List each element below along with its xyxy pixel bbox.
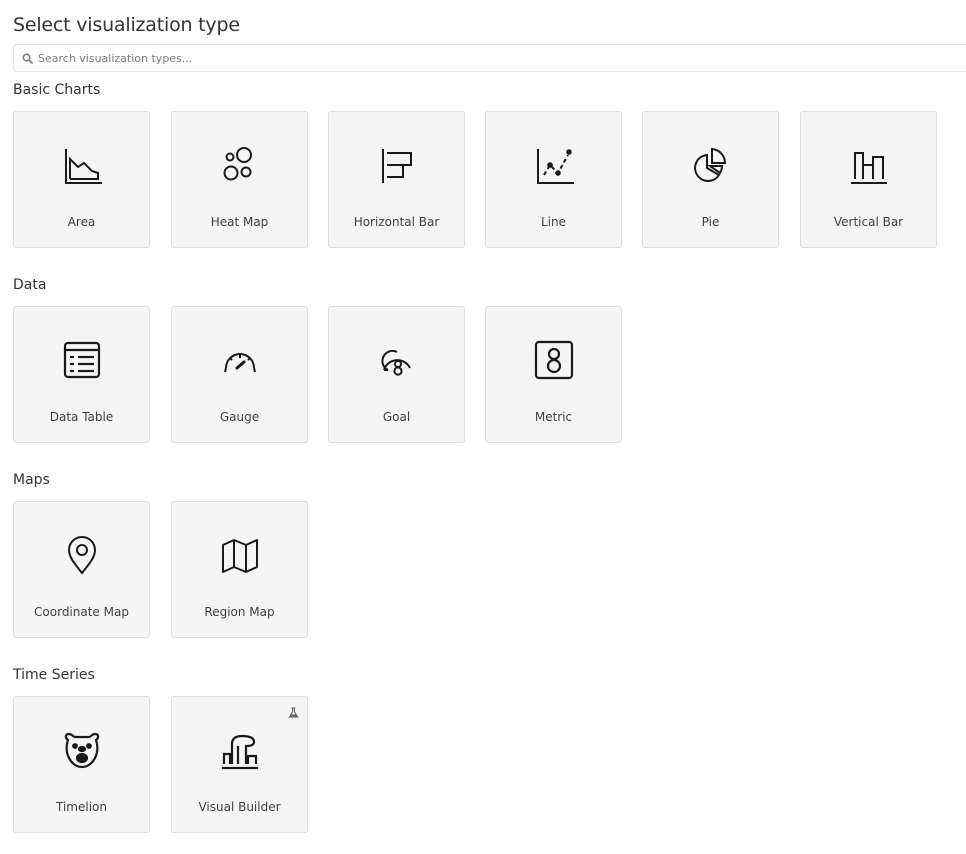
viz-card-region-map[interactable]: Region Map xyxy=(171,501,308,638)
viz-card-label: Coordinate Map xyxy=(34,605,129,619)
viz-card-pie[interactable]: Pie xyxy=(642,111,779,248)
viz-card-data-table[interactable]: Data Table xyxy=(13,306,150,443)
search-field[interactable] xyxy=(13,44,966,72)
viz-card-metric[interactable]: Metric xyxy=(485,306,622,443)
viz-card-label: Horizontal Bar xyxy=(353,215,440,229)
data-table-icon xyxy=(14,340,149,380)
heat-map-icon xyxy=(172,145,307,185)
section-title-data: Data xyxy=(13,277,47,293)
viz-card-label: Heat Map xyxy=(210,215,269,229)
viz-card-label: Region Map xyxy=(204,605,275,619)
viz-card-label: Data Table xyxy=(49,410,114,424)
section-title-maps: Maps xyxy=(13,472,50,488)
viz-card-heat-map[interactable]: Heat Map xyxy=(171,111,308,248)
area-chart-icon xyxy=(14,145,149,185)
viz-card-label: Timelion xyxy=(56,800,107,814)
viz-card-goal[interactable]: Goal xyxy=(328,306,465,443)
goal-icon xyxy=(329,340,464,380)
page-title: Select visualization type xyxy=(13,14,240,36)
viz-card-label: Visual Builder xyxy=(198,800,281,814)
search-icon xyxy=(22,49,38,68)
line-chart-icon xyxy=(486,145,621,185)
viz-card-area[interactable]: Area xyxy=(13,111,150,248)
section-title-time-series: Time Series xyxy=(13,667,95,683)
viz-card-label: Pie xyxy=(701,215,720,229)
viz-card-label: Metric xyxy=(534,410,573,424)
viz-card-gauge[interactable]: Gauge xyxy=(171,306,308,443)
experimental-flask-icon xyxy=(288,703,299,718)
region-map-icon xyxy=(172,535,307,575)
viz-card-label: Area xyxy=(67,215,96,229)
metric-icon xyxy=(486,340,621,380)
gauge-icon xyxy=(172,340,307,380)
viz-card-label: Gauge xyxy=(219,410,260,424)
viz-card-line[interactable]: Line xyxy=(485,111,622,248)
viz-card-label: Goal xyxy=(382,410,411,424)
vertical-bar-icon xyxy=(801,145,936,185)
viz-card-horizontal-bar[interactable]: Horizontal Bar xyxy=(328,111,465,248)
section-title-basic-charts: Basic Charts xyxy=(13,82,101,98)
pie-chart-icon xyxy=(643,145,778,185)
viz-card-label: Line xyxy=(540,215,566,229)
viz-card-vertical-bar[interactable]: Vertical Bar xyxy=(800,111,937,248)
viz-card-coordinate-map[interactable]: Coordinate Map xyxy=(13,501,150,638)
search-input[interactable] xyxy=(38,51,638,65)
viz-card-label: Vertical Bar xyxy=(833,215,904,229)
map-pin-icon xyxy=(14,535,149,575)
visual-builder-icon xyxy=(172,730,307,770)
horizontal-bar-icon xyxy=(329,145,464,185)
viz-card-timelion[interactable]: Timelion xyxy=(13,696,150,833)
timelion-bear-icon xyxy=(14,730,149,770)
viz-card-visual-builder[interactable]: Visual Builder xyxy=(171,696,308,833)
